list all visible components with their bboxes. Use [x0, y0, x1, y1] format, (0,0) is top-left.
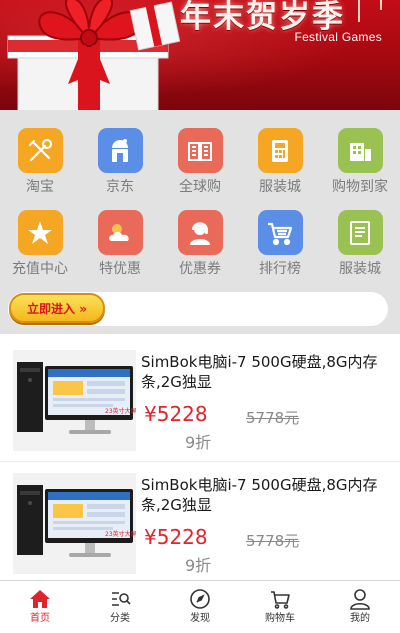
screen-caption: 23英寸大屏 [105, 407, 136, 415]
support-icon [190, 221, 210, 245]
tab-home[interactable]: 首页 [0, 581, 80, 633]
enter-now-button[interactable]: 立即进入 » [9, 293, 105, 323]
gift-box-illustration [7, 0, 180, 110]
category-item[interactable]: 服装城 [240, 128, 320, 202]
category-label: 优惠券 [179, 261, 221, 277]
category-item[interactable]: 优惠券 [160, 210, 240, 284]
category-tile [337, 210, 383, 255]
category-item[interactable]: 全球购 [160, 128, 240, 202]
category-grid-area: 淘宝 京东 全球购 服装城 购物到家 充值中心 特优惠 优惠券 排行榜 服装城 [0, 110, 400, 290]
tab-cart[interactable]: 购物车 [240, 581, 320, 633]
banner-title: 年末贺岁季 [180, 0, 345, 34]
category-item[interactable]: 京东 [80, 128, 160, 202]
category-item[interactable]: 购物到家 [320, 128, 400, 202]
category-label: 服装城 [339, 261, 381, 277]
store-icon [112, 138, 128, 162]
tab-label: 分类 [110, 613, 130, 624]
shop-icon [350, 142, 371, 161]
category-label: 排行榜 [259, 261, 301, 277]
category-tile [257, 128, 303, 173]
user-icon [350, 589, 370, 610]
bottom-tab-bar: 首页 分类 发现 购物车 我的 [0, 580, 400, 633]
category-item[interactable]: 服装城 [320, 210, 400, 284]
home-icon [30, 590, 50, 608]
calculator-icon [272, 139, 288, 162]
list-icon [350, 220, 370, 245]
product-image: 23英寸大屏 [13, 473, 136, 574]
category-grid: 淘宝 京东 全球购 服装城 购物到家 充值中心 特优惠 优惠券 排行榜 服装城 [0, 128, 400, 284]
category-tile [337, 128, 383, 173]
category-label: 京东 [106, 179, 134, 195]
category-tile [97, 210, 143, 255]
compass-icon [190, 589, 210, 609]
category-item[interactable]: 充值中心 [0, 210, 80, 284]
tab-category[interactable]: 分类 [80, 581, 160, 633]
product-discount: 9折 [185, 433, 212, 452]
cart-icon [271, 591, 290, 609]
product-original-price: 5778元 [246, 409, 300, 427]
banner-subtitle: Festival Games [294, 30, 382, 44]
tab-mine[interactable]: 我的 [320, 581, 400, 633]
category-tile [97, 128, 143, 173]
product-name: SimBok电脑i-7 500G硬盘,8G内存条,2G独显 [141, 476, 378, 514]
tab-label: 发现 [190, 613, 210, 624]
cart-icon [268, 222, 293, 245]
product-original-price: 5778元 [246, 532, 300, 550]
product-price: ¥5228 [144, 402, 208, 426]
book-icon [188, 141, 212, 161]
tab-discover[interactable]: 发现 [160, 581, 240, 633]
category-label: 购物到家 [332, 179, 388, 195]
category-tile [17, 210, 63, 255]
product-name: SimBok电脑i-7 500G硬盘,8G内存条,2G独显 [141, 353, 378, 391]
category-tile [257, 210, 303, 255]
category-label: 全球购 [179, 179, 221, 195]
tab-label: 购物车 [265, 613, 295, 624]
divider [0, 461, 400, 462]
product-card[interactable]: 23英寸大屏 SimBok电脑i-7 500G硬盘,8G内存条,2G独显 ¥52… [0, 463, 400, 583]
tools-icon [28, 138, 53, 161]
product-image: 23英寸大屏 [13, 350, 136, 451]
product-price: ¥5228 [144, 525, 208, 549]
category-tile [17, 128, 63, 173]
product-card[interactable]: 23英寸大屏 SimBok电脑i-7 500G硬盘,8G内存条,2G独显 ¥52… [0, 340, 400, 460]
category-label: 充值中心 [12, 261, 68, 277]
category-item[interactable]: 特优惠 [80, 210, 160, 284]
tab-label: 首页 [30, 613, 50, 624]
category-item[interactable]: 淘宝 [0, 128, 80, 202]
category-label: 服装城 [259, 179, 301, 195]
product-discount: 9折 [185, 556, 212, 575]
category-tile [177, 128, 223, 173]
screen-caption: 23英寸大屏 [105, 530, 136, 538]
category-label: 特优惠 [99, 261, 141, 277]
category-item[interactable]: 排行榜 [240, 210, 320, 284]
category-icon [112, 592, 131, 606]
promo-banner[interactable]: 年末贺岁季 Festival Games [0, 0, 400, 110]
star-icon [28, 220, 52, 244]
tab-label: 我的 [350, 613, 370, 624]
category-label: 淘宝 [26, 179, 54, 195]
weather-icon [109, 223, 129, 241]
category-tile [177, 210, 223, 255]
